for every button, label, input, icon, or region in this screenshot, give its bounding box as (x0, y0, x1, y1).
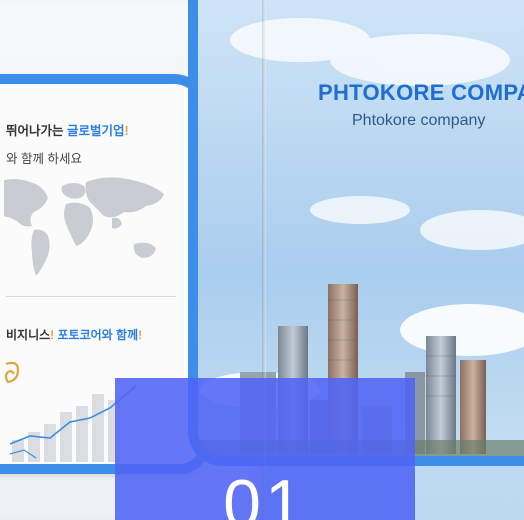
company-title: PHTOKORE COMPANY (318, 80, 524, 105)
number-overlay-box: 01 (115, 378, 415, 520)
number-label: 01 (223, 466, 307, 520)
brochure-image: 뛰어나가는 글로벌기업! 와 함께 하세요 비지니스! 포토코어와 함께! PH… (0, 0, 524, 520)
company-subtitle: Phtokore company (352, 112, 486, 129)
